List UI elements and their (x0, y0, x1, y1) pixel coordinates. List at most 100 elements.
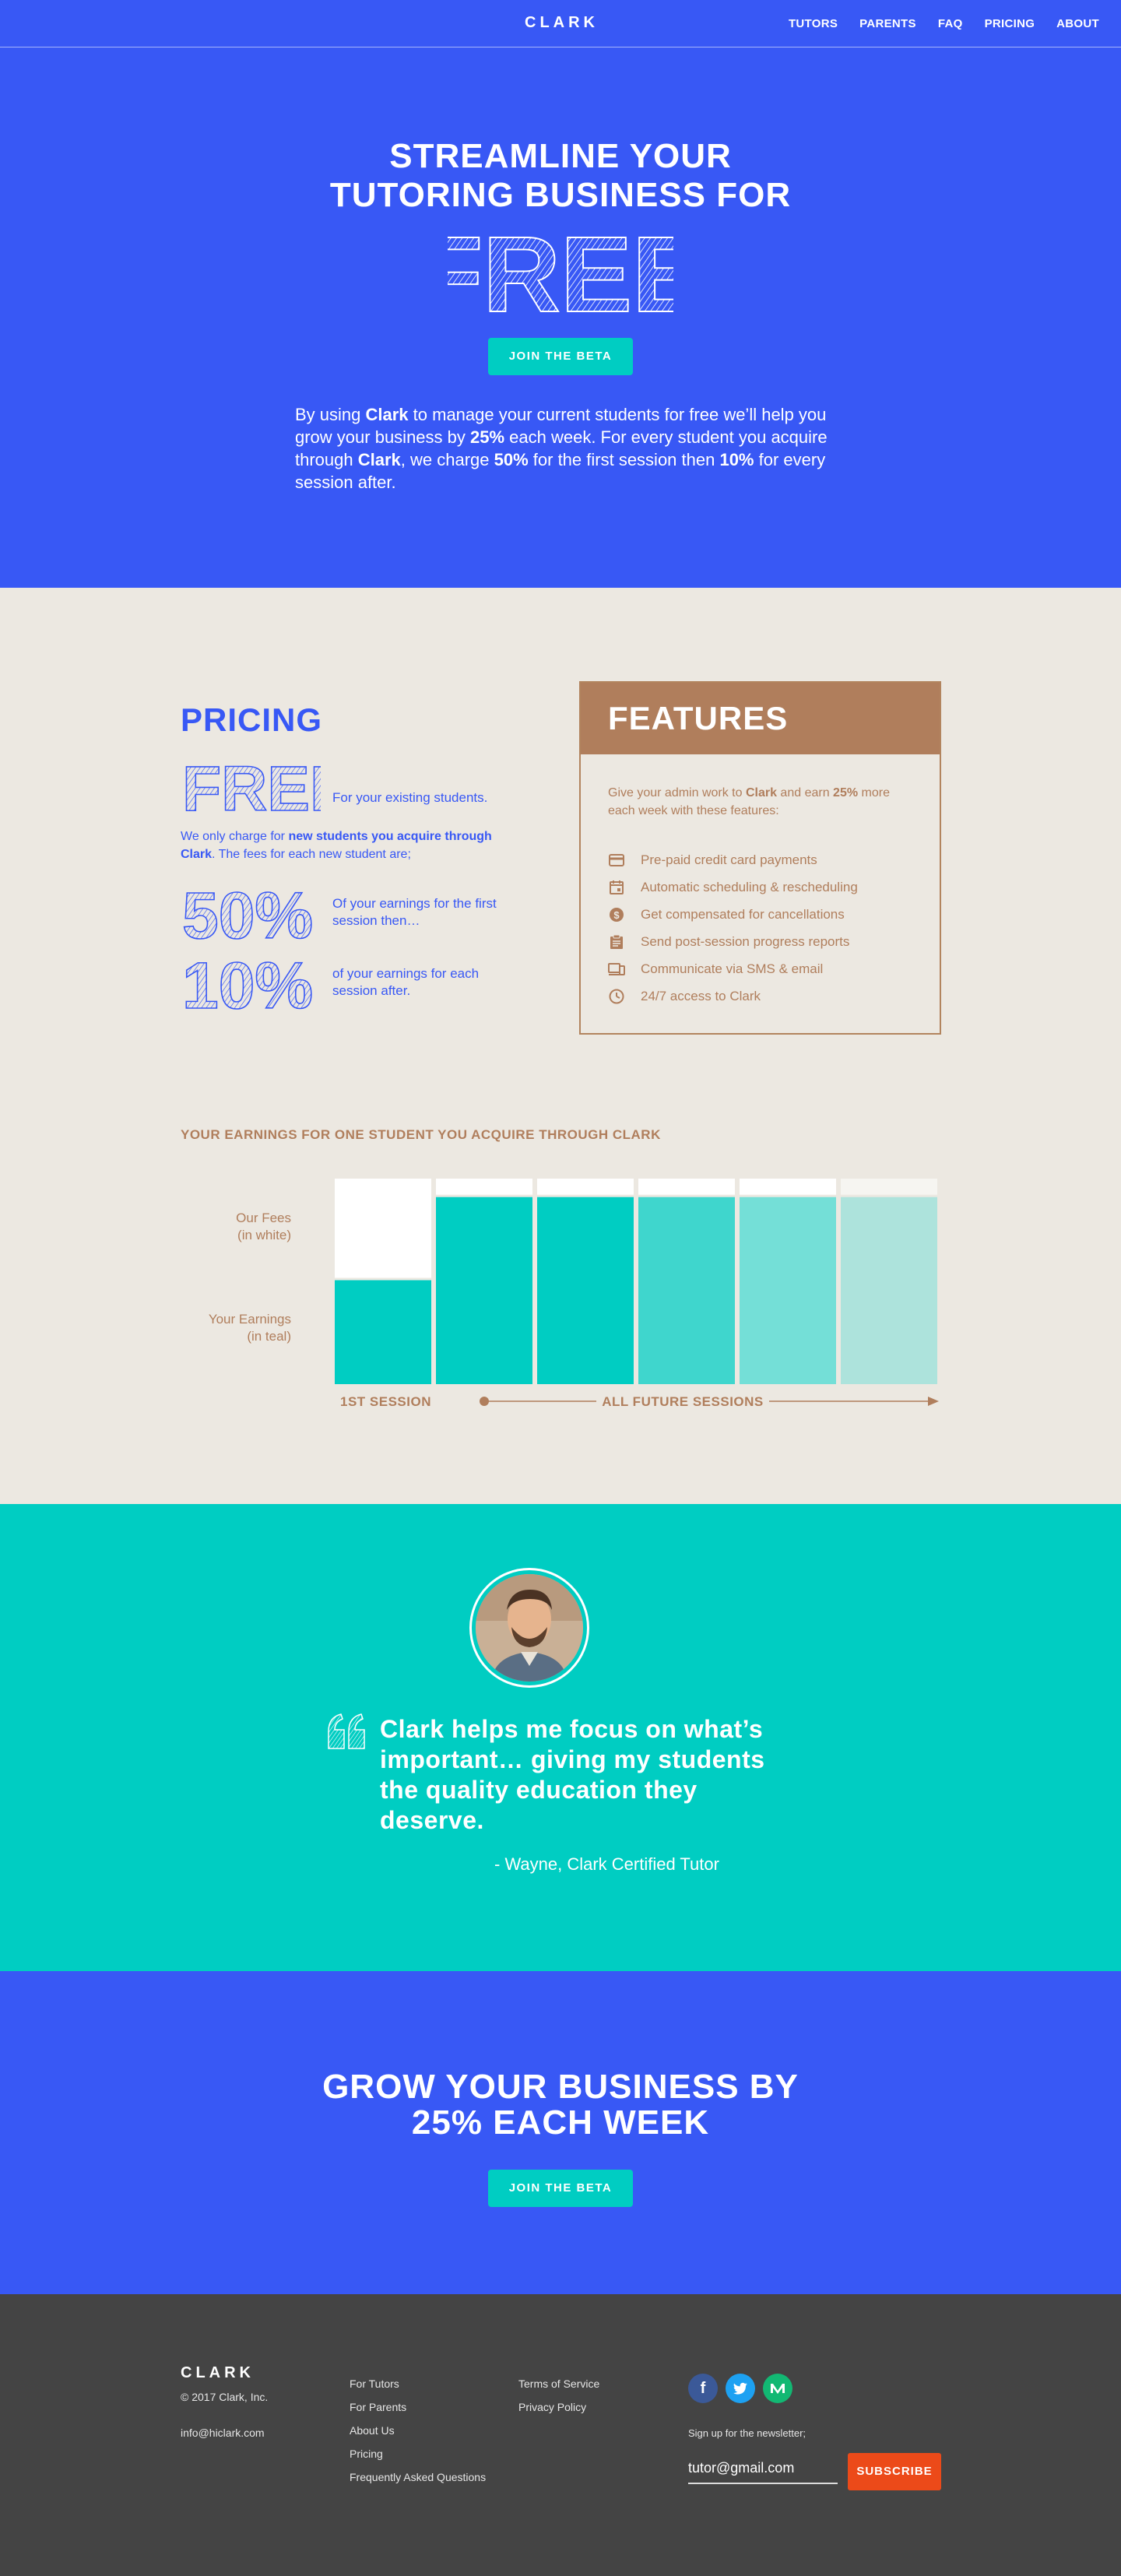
arrow-right-icon (928, 1397, 939, 1406)
charge-pre: We only charge for (181, 830, 289, 843)
label-your-earnings: Your Earnings (209, 1312, 291, 1327)
feature-item: Automatic scheduling & rescheduling (608, 873, 858, 901)
axis-first-session: 1ST SESSION (340, 1394, 431, 1409)
charge-post: . The fees for each new student are; (212, 848, 411, 861)
credit-card-icon (608, 852, 625, 869)
hero-free-word: FREE (0, 226, 1121, 319)
features-heading: FEATURES (581, 683, 940, 754)
fee-bar (841, 1179, 937, 1195)
dollar-coin-icon: $ (608, 906, 625, 923)
nav-link-tutors[interactable]: TUTORS (789, 17, 838, 30)
pricing-section: PRICING FREE For your existing students.… (0, 588, 1121, 1504)
footer-brand[interactable]: CLARK (181, 2364, 255, 2382)
join-beta-button[interactable]: JOIN THE BETA (488, 338, 633, 375)
features-intro: Give your admin work to Clark and earn 2… (608, 784, 912, 820)
footer-link-pricing[interactable]: Pricing (350, 2442, 486, 2465)
footer: CLARK © 2017 Clark, Inc. info@hiclark.co… (0, 2294, 1121, 2576)
feature-label: Automatic scheduling & rescheduling (641, 879, 858, 894)
axis-future-sessions: ALL FUTURE SESSIONS (602, 1394, 764, 1409)
hero-description: By using Clark to manage your current st… (295, 403, 840, 494)
feature-label: Get compensated for cancellations (641, 906, 845, 922)
earnings-bar (740, 1197, 836, 1384)
facebook-icon[interactable]: f (688, 2374, 718, 2403)
label-our-fees: Our Fees (236, 1211, 291, 1225)
hatched-free-text: FREE (448, 226, 673, 319)
testimonial-quote: Clark helps me focus on what’s important… (380, 1715, 765, 1834)
nav-link-parents[interactable]: PARENTS (859, 17, 916, 30)
fee-bar (740, 1179, 836, 1195)
features-intro-mid: and earn (776, 786, 834, 800)
nav-link-faq[interactable]: FAQ (938, 17, 963, 30)
cta-title-line2: 25% EACH WEEK (411, 2103, 710, 2142)
features-intro-pre: Give your admin work to (608, 786, 746, 800)
earnings-bar (335, 1280, 431, 1384)
footer-link-parents[interactable]: For Parents (350, 2395, 486, 2419)
hero-text-clark-2: Clark (357, 450, 401, 469)
twitter-icon[interactable] (726, 2374, 755, 2403)
hero-text-1: By using (295, 405, 366, 424)
features-card: FEATURES Give your admin work to Clark a… (579, 681, 941, 1035)
subscribe-button[interactable]: SUBSCRIBE (848, 2453, 941, 2490)
footer-links-col2: Terms of Service Privacy Policy (518, 2372, 599, 2419)
price-row-10: 10% of your earnings for each session af… (181, 949, 519, 1016)
hatched-50-price: 50% (181, 879, 314, 946)
price-row-50: 50% Of your earnings for the first sessi… (181, 879, 519, 946)
feature-item: 24/7 access to Clark (608, 982, 858, 1010)
svg-text:$: $ (613, 909, 620, 921)
join-beta-button-bottom[interactable]: JOIN THE BETA (488, 2170, 633, 2207)
fee-bar (436, 1179, 532, 1195)
feature-label: Send post-session progress reports (641, 933, 850, 949)
hero-section: CLARK TUTORS PARENTS FAQ PRICING ABOUT S… (0, 0, 1121, 588)
fee-bar (537, 1179, 634, 1195)
hero-text-4: , we charge (400, 450, 494, 469)
svg-text:50%: 50% (182, 879, 313, 946)
hero-text-10: 10% (719, 450, 754, 469)
hero-title: STREAMLINE YOUR TUTORING BUSINESS FOR (0, 137, 1121, 215)
footer-link-privacy[interactable]: Privacy Policy (518, 2395, 599, 2419)
footer-link-tutors[interactable]: For Tutors (350, 2372, 486, 2395)
footer-link-faq[interactable]: Frequently Asked Questions (350, 2465, 486, 2489)
nav-links: TUTORS PARENTS FAQ PRICING ABOUT (789, 17, 1099, 30)
clipboard-icon (608, 933, 625, 951)
devices-icon (608, 961, 625, 978)
nav-link-pricing[interactable]: PRICING (985, 17, 1035, 30)
hero-text-50: 50% (494, 450, 529, 469)
hatched-10-price: 10% (181, 949, 314, 1016)
earnings-bars (335, 1179, 937, 1384)
footer-link-about[interactable]: About Us (350, 2419, 486, 2442)
avatar (469, 1568, 589, 1688)
price-10-label: of your earnings for each session after. (332, 966, 480, 998)
price-50-label: Of your earnings for the first session t… (332, 896, 497, 928)
testimonial-section: Clark helps me focus on what’s important… (0, 1504, 1121, 1971)
features-intro-clark: Clark (745, 786, 777, 800)
testimonial-author: - Wayne, Clark Certified Tutor (494, 1854, 719, 1874)
hero-text-25: 25% (470, 427, 505, 447)
earnings-bar (638, 1197, 735, 1384)
brand-logo[interactable]: CLARK (525, 14, 599, 32)
hero-title-line2: TUTORING BUSINESS FOR (329, 176, 792, 214)
footer-link-terms[interactable]: Terms of Service (518, 2372, 599, 2395)
social-links: f (688, 2374, 792, 2403)
fee-bar (335, 1179, 431, 1278)
newsletter-label: Sign up for the newsletter; (688, 2427, 806, 2439)
cta-title: GROW YOUR BUSINESS BY 25% EACH WEEK (0, 2069, 1121, 2141)
newsletter-email-input[interactable] (688, 2453, 838, 2484)
svg-text:10%: 10% (182, 949, 313, 1016)
footer-copyright: © 2017 Clark, Inc. (181, 2391, 269, 2403)
feature-item: Send post-session progress reports (608, 928, 858, 955)
features-intro-pct: 25% (833, 786, 859, 800)
clock-icon (608, 988, 625, 1005)
hero-text-5: for the first session then (528, 450, 720, 469)
pricing-heading: PRICING (181, 701, 323, 738)
fee-bar (638, 1179, 735, 1195)
feature-label: 24/7 access to Clark (641, 988, 761, 1003)
quote-icon (327, 1713, 367, 1754)
hero-title-line1: STREAMLINE YOUR (389, 137, 732, 175)
svg-text:FREE: FREE (182, 754, 321, 818)
top-nav: CLARK TUTORS PARENTS FAQ PRICING ABOUT (0, 0, 1121, 47)
footer-email[interactable]: info@hiclark.com (181, 2427, 265, 2439)
nav-link-about[interactable]: ABOUT (1056, 17, 1099, 30)
feature-item: Pre-paid credit card payments (608, 846, 858, 873)
medium-icon[interactable] (763, 2374, 792, 2403)
hatched-free-price: FREE (181, 754, 321, 818)
